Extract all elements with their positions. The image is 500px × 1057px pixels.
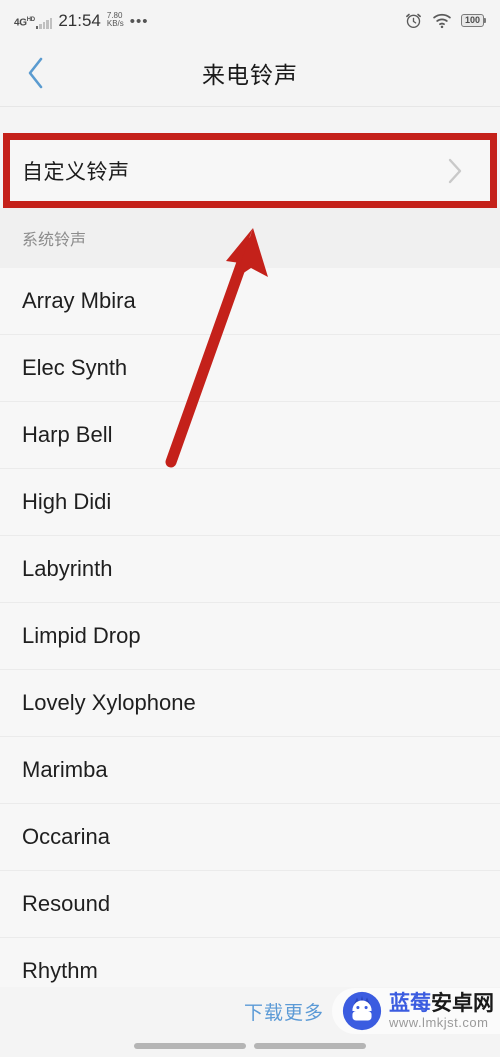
ringtone-name: Rhythm	[22, 958, 98, 983]
network-type-label: 4GHD	[14, 17, 35, 29]
wifi-icon	[433, 13, 451, 28]
ringtone-list-item[interactable]: Occarina	[0, 804, 500, 871]
system-nav-bar	[0, 1035, 500, 1057]
chevron-left-icon	[28, 57, 43, 89]
ringtone-name: Limpid Drop	[22, 623, 141, 648]
ringtone-list-item[interactable]: Harp Bell	[0, 402, 500, 469]
status-bar-right: 100	[404, 11, 486, 30]
custom-ringtone-label: 自定义铃声	[22, 160, 130, 184]
download-more-link[interactable]: 下载更多	[244, 998, 324, 1025]
ringtone-name: Resound	[22, 891, 111, 916]
ringtone-name: Elec Synth	[22, 355, 128, 380]
android-robot-icon	[342, 991, 382, 1031]
ringtone-name: High Didi	[22, 489, 112, 514]
nav-pill-right[interactable]	[254, 1043, 366, 1049]
app-header: 来电铃声	[0, 40, 500, 107]
alarm-clock-icon	[406, 13, 421, 28]
nav-pill-left[interactable]	[134, 1043, 246, 1049]
chevron-right-icon	[448, 158, 462, 183]
page-title: 来电铃声	[202, 62, 298, 88]
back-button[interactable]	[14, 51, 58, 95]
watermark-brand: 蓝莓安卓网	[389, 993, 494, 1014]
ringtone-name: Occarina	[22, 824, 111, 849]
ringtone-list-item[interactable]: Array Mbira	[0, 268, 500, 335]
bottom-bar: 下载更多 蓝莓安卓网 www.lmkjst.com	[0, 987, 500, 1035]
ringtone-list-item[interactable]: Lovely Xylophone	[0, 670, 500, 737]
site-watermark: 蓝莓安卓网 www.lmkjst.com	[332, 988, 500, 1034]
status-bar: 4GHD 21:54 7.80 KB/s ••• 100	[0, 0, 500, 40]
custom-ringtone-row[interactable]: 自定义铃声	[10, 140, 490, 201]
watermark-brand-dark: 安卓网	[431, 992, 494, 1015]
ringtone-name: Array Mbira	[22, 288, 136, 313]
battery-indicator: 100	[460, 13, 486, 27]
phone-screen: 4GHD 21:54 7.80 KB/s ••• 100 来电铃声 自定义铃声 …	[0, 0, 500, 1057]
data-rate-unit: KB/s	[106, 18, 124, 28]
section-header-label: 系统铃声	[22, 232, 87, 249]
section-header-system-ringtones: 系统铃声	[0, 208, 500, 268]
signal-bars-icon	[35, 17, 53, 29]
watermark-text: 蓝莓安卓网 www.lmkjst.com	[389, 993, 494, 1029]
battery-cap	[484, 17, 486, 23]
battery-level-label: 100	[460, 13, 484, 27]
ringtone-name: Marimba	[22, 757, 108, 782]
ringtone-list-item[interactable]: Marimba	[0, 737, 500, 804]
status-overflow-dots: •••	[129, 12, 149, 30]
data-rate-indicator: 7.80 KB/s	[106, 11, 124, 28]
ringtone-list-item[interactable]: Limpid Drop	[0, 603, 500, 670]
ringtone-list-item[interactable]: Labyrinth	[0, 536, 500, 603]
network-indicator: 4GHD	[14, 15, 53, 29]
ringtone-name: Labyrinth	[22, 556, 113, 581]
ringtone-list: Array Mbira Elec Synth Harp Bell High Didi L…	[0, 268, 500, 1005]
status-bar-left: 4GHD 21:54 7.80 KB/s •••	[14, 10, 149, 30]
watermark-url: www.lmkjst.com	[389, 1015, 489, 1030]
ringtone-name: Lovely Xylophone	[22, 690, 196, 715]
watermark-brand-blue: 蓝莓	[389, 992, 431, 1015]
ringtone-list-item[interactable]: Elec Synth	[0, 335, 500, 402]
ringtone-name: Harp Bell	[22, 422, 113, 447]
ringtone-list-item[interactable]: Resound	[0, 871, 500, 938]
ringtone-list-item[interactable]: High Didi	[0, 469, 500, 536]
status-bar-clock: 21:54	[58, 10, 101, 30]
